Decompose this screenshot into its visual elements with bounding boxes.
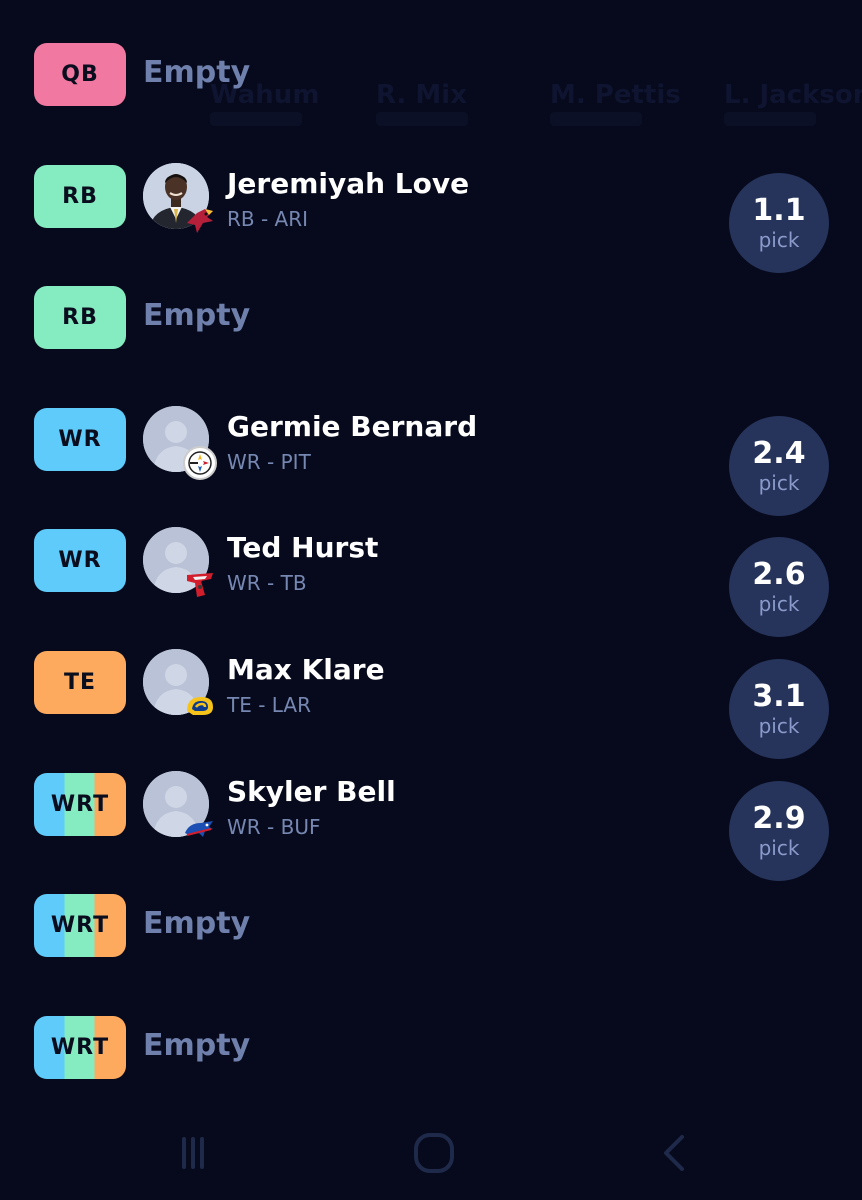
player-name: Jeremiyah Love bbox=[227, 166, 470, 200]
position-badge-flex: WRT bbox=[34, 772, 126, 836]
home-icon bbox=[414, 1133, 454, 1173]
pick-label: pick bbox=[758, 592, 800, 617]
position-badge-rb: RB bbox=[34, 164, 126, 228]
bills-logo-icon bbox=[183, 811, 217, 845]
player-name: Max Klare bbox=[227, 652, 385, 686]
rams-logo-icon bbox=[183, 689, 217, 723]
empty-slot-label: Empty bbox=[143, 298, 251, 334]
empty-slot-label: Empty bbox=[143, 1027, 251, 1063]
roster-slot-qb[interactable]: QB Empty bbox=[0, 13, 862, 135]
back-icon bbox=[664, 1135, 684, 1171]
cardinals-logo-icon bbox=[183, 203, 217, 237]
pick-number: 2.9 bbox=[752, 800, 806, 836]
position-label: WR bbox=[58, 426, 102, 452]
position-badge-rb: RB bbox=[34, 286, 126, 350]
pick-label: pick bbox=[758, 470, 800, 495]
system-nav-bar bbox=[0, 1110, 862, 1200]
empty-slot-label: Empty bbox=[143, 55, 251, 90]
roster-slot-flex[interactable]: WRT Empty bbox=[0, 864, 862, 986]
player-name: Germie Bernard bbox=[227, 409, 478, 443]
position-label: WRT bbox=[50, 1034, 110, 1060]
player-name: Ted Hurst bbox=[227, 531, 379, 565]
roster-slot-flex[interactable]: WRT Empty bbox=[0, 986, 862, 1108]
position-label: WRT bbox=[50, 791, 110, 817]
draft-roster-screen: Wahum R. Mix M. Pettis L. Jackson QB Emp… bbox=[0, 0, 862, 1200]
pick-number: 1.1 bbox=[752, 192, 806, 228]
roster-slot-rb[interactable]: RB Jeremiyah Love RB - ARI 1.1 pick bbox=[0, 135, 862, 273]
position-badge-wr: WR bbox=[34, 529, 126, 593]
roster-slot-wr[interactable]: WR Germie Bernard WR - PIT 2.4 pick bbox=[0, 378, 862, 516]
buccaneers-logo-icon bbox=[183, 567, 217, 601]
pick-number: 2.4 bbox=[752, 435, 806, 471]
player-name: Skyler Bell bbox=[227, 774, 396, 808]
position-label: WR bbox=[58, 548, 102, 574]
position-badge-flex: WRT bbox=[34, 1015, 126, 1079]
back-button[interactable] bbox=[646, 1128, 706, 1178]
empty-slot-label: Empty bbox=[143, 906, 251, 942]
steelers-logo-icon bbox=[183, 445, 217, 480]
player-position-team: RB - ARI bbox=[227, 206, 309, 231]
recent-apps-button[interactable] bbox=[163, 1128, 223, 1178]
recent-apps-icon bbox=[182, 1137, 204, 1169]
position-badge-qb: QB bbox=[34, 43, 126, 106]
position-label: RB bbox=[62, 183, 98, 209]
position-label: RB bbox=[62, 305, 98, 331]
pick-label: pick bbox=[758, 835, 800, 860]
pick-label: pick bbox=[758, 227, 800, 252]
pick-label: pick bbox=[758, 713, 800, 738]
player-position-team: WR - TB bbox=[227, 571, 307, 596]
position-badge-flex: WRT bbox=[34, 894, 126, 958]
player-position-team: WR - BUF bbox=[227, 814, 321, 839]
player-position-team: WR - PIT bbox=[227, 449, 311, 474]
roster-list: QB Empty RB Jeremiyah Love RB - ARI 1.1 … bbox=[0, 13, 862, 1107]
position-label: QB bbox=[61, 62, 99, 87]
roster-slot-te[interactable]: TE Max Klare TE - LAR 3.1 pick bbox=[0, 621, 862, 759]
home-button[interactable] bbox=[404, 1128, 464, 1178]
roster-slot-rb[interactable]: RB Empty bbox=[0, 256, 862, 378]
position-label: WRT bbox=[50, 913, 110, 939]
roster-slot-flex[interactable]: WRT Skyler Bell WR - BUF 2.9 pick bbox=[0, 743, 862, 881]
player-position-team: TE - LAR bbox=[227, 692, 311, 717]
pick-number: 3.1 bbox=[752, 678, 806, 714]
position-label: TE bbox=[63, 669, 97, 695]
roster-slot-wr[interactable]: WR Ted Hurst WR - TB 2.6 pick bbox=[0, 499, 862, 638]
pick-number: 2.6 bbox=[752, 557, 806, 593]
position-badge-wr: WR bbox=[34, 407, 126, 471]
position-badge-te: TE bbox=[34, 650, 126, 714]
